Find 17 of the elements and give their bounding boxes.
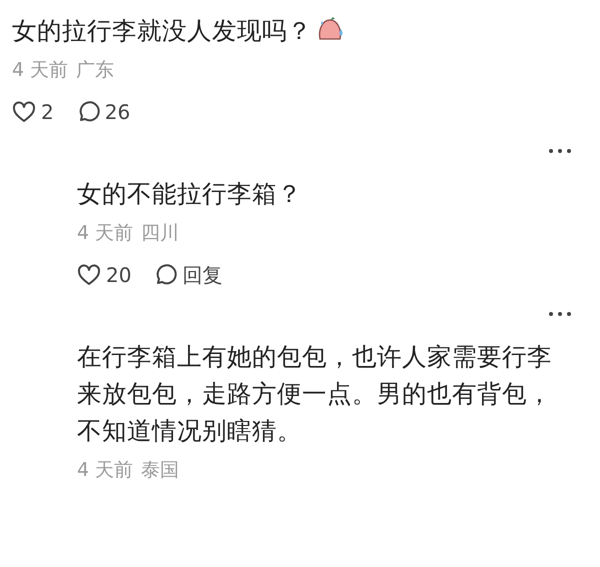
comment-location: 泰国: [141, 458, 180, 483]
comment-time: 4 天前: [12, 58, 68, 83]
more-button[interactable]: [548, 147, 572, 155]
comment-text: 在行李箱上有她的包包，也许人家需要行李来放包包，走路方便一点。男的也有背包，不知道情况别瞎猜。: [77, 341, 553, 447]
comment-text: 女的不能拉行李箱？: [77, 178, 303, 210]
comment-location: 广东: [76, 58, 114, 83]
comment-time: 4 天前: [77, 458, 134, 483]
like-button[interactable]: 20: [77, 263, 132, 287]
comment-time: 4 天前: [77, 221, 134, 246]
reply-button[interactable]: 26: [76, 100, 130, 124]
comment-location: 四川: [141, 221, 180, 246]
heart-icon: [12, 101, 36, 123]
heart-icon: [77, 264, 101, 286]
reply-button[interactable]: 回复: [153, 262, 222, 288]
more-button[interactable]: [548, 310, 572, 318]
like-button[interactable]: 2: [12, 100, 54, 124]
comment-text: 女的拉行李就没人发现吗？: [12, 12, 507, 49]
